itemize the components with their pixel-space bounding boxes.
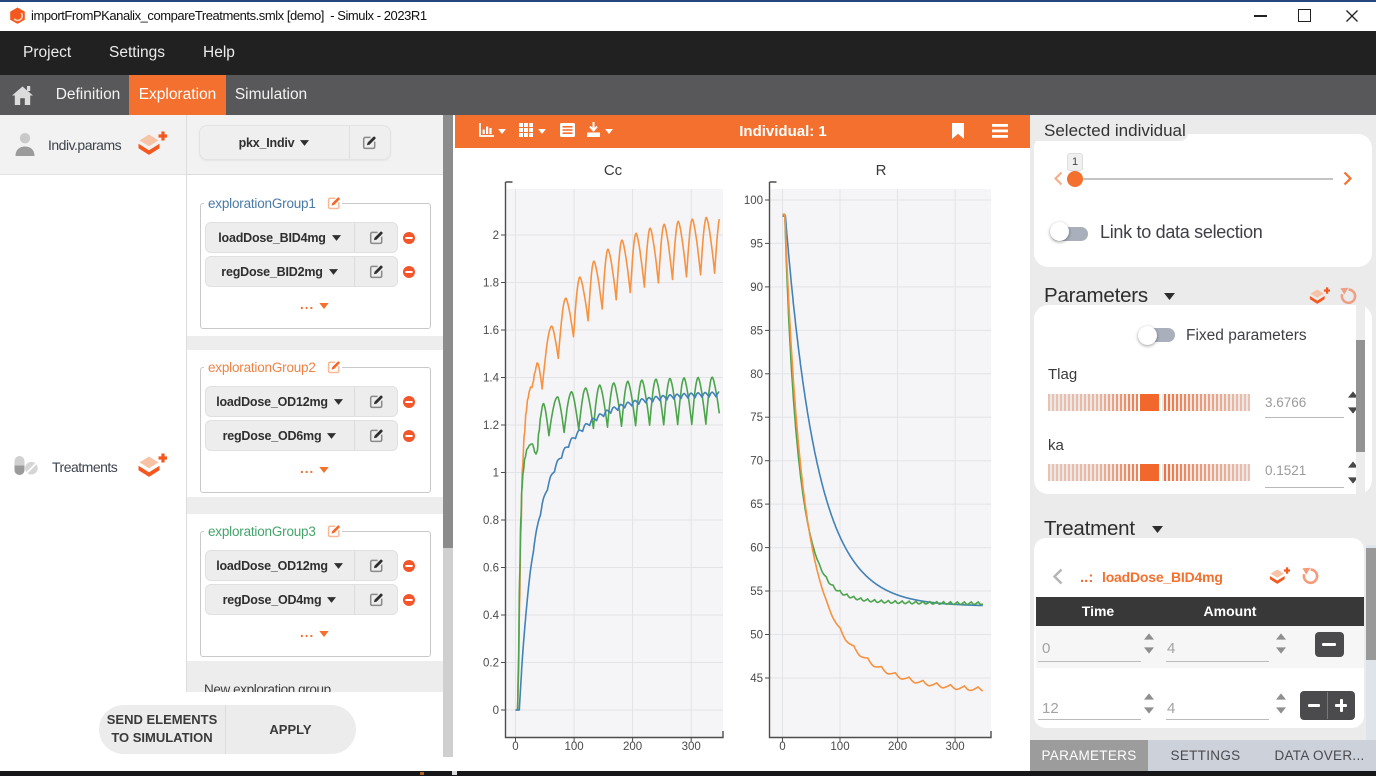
svg-text:0: 0 bbox=[493, 705, 499, 717]
svg-text:200: 200 bbox=[623, 741, 642, 753]
svg-text:80: 80 bbox=[750, 369, 763, 381]
svg-text:95: 95 bbox=[750, 238, 763, 250]
svg-text:75: 75 bbox=[750, 412, 763, 424]
svg-text:200: 200 bbox=[888, 741, 907, 753]
svg-text:300: 300 bbox=[946, 741, 965, 753]
svg-text:0.6: 0.6 bbox=[483, 563, 499, 575]
svg-text:100: 100 bbox=[565, 741, 584, 753]
svg-text:55: 55 bbox=[750, 586, 763, 598]
svg-text:1.8: 1.8 bbox=[483, 278, 499, 290]
svg-text:1.2: 1.2 bbox=[483, 420, 499, 432]
svg-text:0.8: 0.8 bbox=[483, 515, 499, 527]
svg-text:300: 300 bbox=[682, 741, 701, 753]
svg-text:0.2: 0.2 bbox=[483, 658, 499, 670]
svg-text:60: 60 bbox=[750, 543, 763, 555]
svg-text:1.6: 1.6 bbox=[483, 325, 499, 337]
svg-text:100: 100 bbox=[744, 195, 763, 207]
svg-text:70: 70 bbox=[750, 456, 763, 468]
svg-text:0: 0 bbox=[512, 741, 518, 753]
svg-text:0: 0 bbox=[779, 741, 785, 753]
svg-text:45: 45 bbox=[750, 673, 763, 685]
svg-text:1: 1 bbox=[493, 468, 499, 480]
svg-text:1.4: 1.4 bbox=[483, 373, 500, 385]
svg-text:50: 50 bbox=[750, 630, 763, 642]
svg-text:2: 2 bbox=[493, 230, 499, 242]
svg-text:90: 90 bbox=[750, 282, 763, 294]
svg-text:100: 100 bbox=[830, 741, 849, 753]
svg-text:85: 85 bbox=[750, 325, 763, 337]
svg-text:0.4: 0.4 bbox=[483, 610, 500, 622]
svg-text:65: 65 bbox=[750, 499, 763, 511]
